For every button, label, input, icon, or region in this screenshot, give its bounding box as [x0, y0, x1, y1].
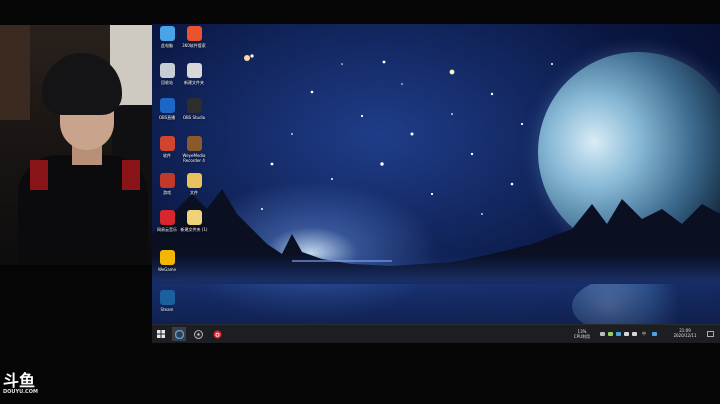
desktop-icon-wegame[interactable]: WeGame — [152, 250, 182, 284]
ime-indicator[interactable]: 中 — [640, 331, 648, 336]
browser-icon — [174, 329, 184, 339]
steam-icon — [159, 290, 175, 305]
clock-date: 2020/12/11 — [673, 333, 697, 338]
notification-icon — [706, 330, 714, 337]
star — [451, 113, 453, 115]
star — [291, 133, 293, 135]
webcam-overlay — [0, 25, 152, 265]
star — [401, 83, 403, 85]
star — [410, 132, 414, 136]
star — [270, 162, 274, 166]
recorder-icon — [186, 136, 202, 151]
star — [382, 60, 386, 64]
tray-wechat-icon[interactable] — [608, 332, 613, 336]
desktop-icon-new-folder[interactable]: 新建文件夹 (1) — [179, 210, 209, 244]
star — [244, 55, 250, 61]
desktop-icon-game-folder[interactable]: 游戏 — [152, 173, 182, 207]
clock[interactable]: 21:09 2020/12/11 — [670, 328, 700, 338]
webcam-jacket-stripe — [122, 160, 140, 190]
obs-icon — [193, 329, 203, 339]
desktop-icon-label: WeyeMedia Recorder 4 — [182, 153, 206, 163]
taskbar: 13% CPU利用 中 21:09 2020/12/11 — [152, 324, 720, 343]
desktop-icon-label: 文件 — [190, 190, 198, 195]
computer-icon — [159, 26, 175, 41]
star — [490, 92, 494, 96]
desktop-icon-obs[interactable]: OBS直播 — [152, 98, 182, 132]
obs-icon — [159, 98, 175, 113]
windows-icon — [157, 330, 165, 338]
desktop-icon-recycle-bin[interactable]: 回收站 — [152, 63, 182, 97]
star — [449, 69, 455, 75]
taskbar-app-obs[interactable] — [191, 327, 205, 341]
tray-volume-icon[interactable] — [624, 332, 629, 336]
recycle-bin-icon — [159, 63, 175, 78]
start-button[interactable] — [154, 327, 168, 341]
taskbar-app-netease[interactable] — [210, 327, 224, 341]
tray-security-icon[interactable] — [652, 332, 657, 336]
desktop-icon-360-app[interactable]: 360软件管家 — [179, 26, 209, 60]
wegame-icon — [159, 250, 175, 265]
star — [551, 63, 553, 65]
new-folder-icon — [186, 210, 202, 225]
star — [360, 114, 364, 118]
logo-mark: 斗鱼 — [3, 371, 36, 390]
star — [250, 54, 254, 58]
desktop-icon-label: 此电脑 — [161, 43, 173, 48]
desktop-icon-obs-studio[interactable]: OBS Studio — [179, 98, 209, 132]
netease-music-icon — [159, 210, 175, 225]
webcam-shirt-print — [60, 215, 118, 225]
desktop-icon-label: 360软件管家 — [182, 43, 206, 48]
cpu-label: CPU利用 — [573, 334, 591, 339]
star — [341, 63, 343, 65]
desktop-icon-label: OBS Studio — [182, 115, 206, 120]
desktop-icon-label: Steam — [160, 307, 174, 312]
obs-studio-icon — [186, 98, 202, 113]
folder-camera-icon — [186, 63, 202, 78]
star — [380, 162, 384, 166]
star — [520, 122, 524, 126]
cpu-usage-readout[interactable]: 13% CPU利用 — [570, 329, 594, 339]
desktop-icon-label: 新建文件夹 — [184, 80, 204, 85]
tray-network-icon[interactable] — [616, 332, 621, 336]
tray-arrow-icon[interactable] — [600, 332, 605, 336]
star — [310, 90, 314, 94]
desktop-icon-label: 网易云音乐 — [157, 227, 177, 232]
logo-sub: DOUYU.COM — [3, 389, 38, 395]
notification-center-button[interactable] — [703, 327, 717, 341]
desktop-icon-label: WeGame — [157, 267, 177, 272]
desktop-wallpaper — [152, 24, 720, 342]
desktop-icon-colorful-app[interactable]: 软件 — [152, 136, 182, 170]
star — [470, 152, 474, 156]
360-app-icon — [186, 26, 202, 41]
desktop-icon-folder[interactable]: 文件 — [179, 173, 209, 207]
desktop-icon-label: 游戏 — [163, 190, 171, 195]
desktop-icon-netease-music[interactable]: 网易云音乐 — [152, 210, 182, 244]
taskbar-app-browser[interactable] — [172, 327, 186, 341]
folder-icon — [186, 173, 202, 188]
colorful-app-icon — [159, 136, 175, 151]
tray-display-icon[interactable] — [632, 332, 637, 336]
webcam-background-shelf — [0, 25, 30, 120]
webcam-jacket-stripe — [30, 160, 48, 190]
douyu-logo: 斗鱼 DOUYU.COM — [3, 372, 53, 404]
desktop-icon-label: OBS直播 — [158, 115, 176, 120]
desktop-icon-recorder[interactable]: WeyeMedia Recorder 4 — [179, 136, 209, 170]
desktop-icon-folder-camera[interactable]: 新建文件夹 — [179, 63, 209, 97]
desktop-icon-label: 回收站 — [161, 80, 173, 85]
desktop-icon-label: 软件 — [163, 153, 171, 158]
desktop-icon-computer[interactable]: 此电脑 — [152, 26, 182, 60]
game-folder-icon — [159, 173, 175, 188]
desktop-icon-steam[interactable]: Steam — [152, 290, 182, 324]
netease-music-icon — [213, 330, 221, 338]
desktop-icon-label: 新建文件夹 (1) — [180, 227, 208, 232]
